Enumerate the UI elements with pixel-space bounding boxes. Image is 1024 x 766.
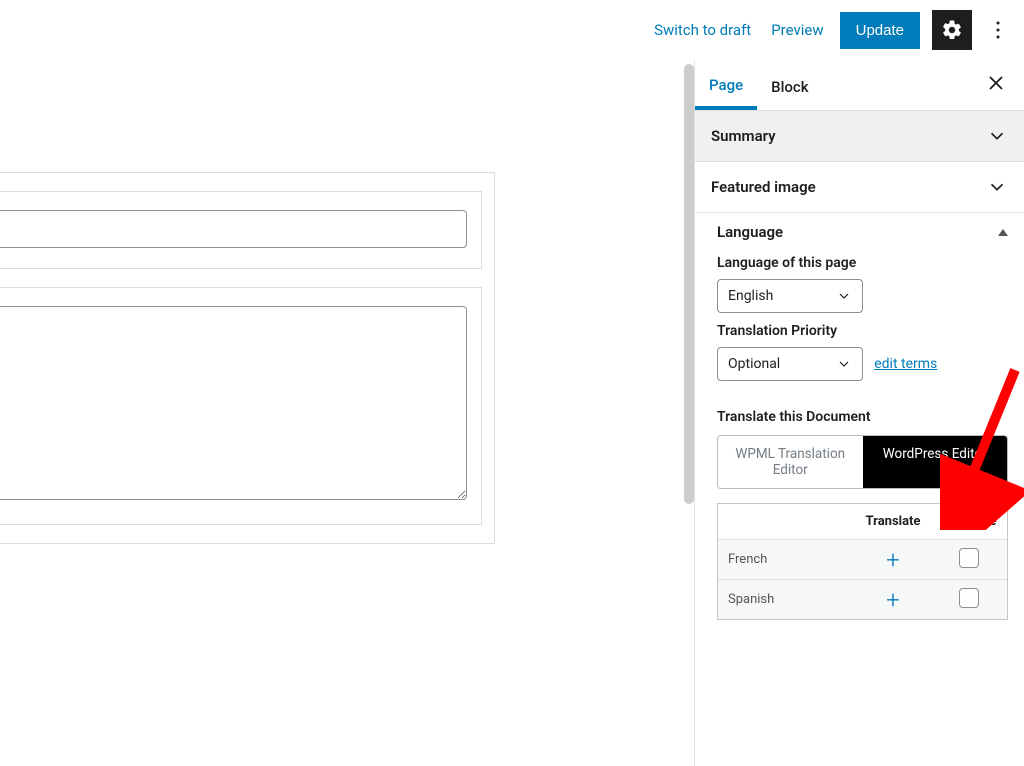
settings-sidebar: Page Block Summary Featured image Langua…	[694, 60, 1024, 766]
tab-block[interactable]: Block	[757, 62, 822, 108]
edit-terms-link[interactable]: edit terms	[874, 356, 937, 372]
chevron-down-icon	[836, 356, 852, 372]
translate-document-label: Translate this Document	[717, 409, 1008, 425]
text-field[interactable]	[0, 210, 467, 248]
triangle-up-icon	[998, 229, 1008, 236]
col-translate: Translate	[855, 504, 931, 539]
featured-image-label: Featured image	[711, 178, 816, 196]
add-translation-button[interactable]: +	[886, 546, 900, 574]
language-select[interactable]: English	[717, 279, 863, 313]
editor-mode-segmented: WPML Translation Editor WordPress Editor	[717, 435, 1008, 489]
translation-table-header: Translate Duplicate	[718, 504, 1007, 539]
priority-select[interactable]: Optional	[717, 347, 863, 381]
tab-page[interactable]: Page	[695, 60, 757, 110]
update-button[interactable]: Update	[840, 12, 920, 49]
row-lang: French	[718, 540, 855, 579]
canvas-block-textarea	[0, 287, 482, 525]
add-translation-button[interactable]: +	[886, 586, 900, 614]
editor-canvas	[0, 60, 694, 766]
gear-icon	[941, 19, 963, 41]
language-title: Language	[717, 223, 783, 241]
duplicate-checkbox[interactable]	[959, 588, 979, 608]
chevron-down-icon	[836, 288, 852, 304]
table-row: Spanish +	[718, 579, 1007, 619]
language-panel: Language Language of this page English T…	[695, 213, 1024, 638]
chevron-down-icon	[986, 176, 1008, 198]
priority-select-value: Optional	[728, 356, 780, 372]
table-row: French +	[718, 539, 1007, 579]
col-duplicate: Duplicate	[931, 504, 1007, 539]
seg-option-wpml[interactable]: WPML Translation Editor	[718, 436, 863, 488]
close-icon	[988, 75, 1004, 91]
seg-option-wordpress[interactable]: WordPress Editor	[863, 436, 1008, 488]
preview-link[interactable]: Preview	[767, 15, 827, 45]
close-sidebar-button[interactable]	[982, 69, 1010, 102]
chevron-down-icon	[986, 125, 1008, 147]
language-select-value: English	[728, 288, 773, 304]
switch-to-draft-link[interactable]: Switch to draft	[650, 15, 755, 45]
kebab-icon	[996, 20, 1000, 40]
canvas-block-input	[0, 191, 482, 269]
settings-button[interactable]	[932, 10, 972, 50]
translation-table: Translate Duplicate French + Spanish +	[717, 503, 1008, 620]
sidebar-tabs: Page Block	[695, 60, 1024, 111]
summary-label: Summary	[711, 127, 776, 145]
canvas-block-outer	[0, 172, 495, 544]
textarea-field[interactable]	[0, 306, 467, 500]
canvas-scrollbar[interactable]	[684, 64, 694, 504]
duplicate-checkbox[interactable]	[959, 548, 979, 568]
editor-top-bar: Switch to draft Preview Update	[0, 0, 1024, 60]
translation-priority-label: Translation Priority	[717, 323, 1008, 339]
featured-image-panel-toggle[interactable]: Featured image	[695, 162, 1024, 213]
more-options-button[interactable]	[988, 10, 1008, 50]
summary-panel-toggle[interactable]: Summary	[695, 111, 1024, 162]
language-of-page-label: Language of this page	[717, 255, 1008, 271]
row-lang: Spanish	[718, 580, 855, 619]
language-panel-toggle[interactable]: Language	[717, 223, 1008, 241]
